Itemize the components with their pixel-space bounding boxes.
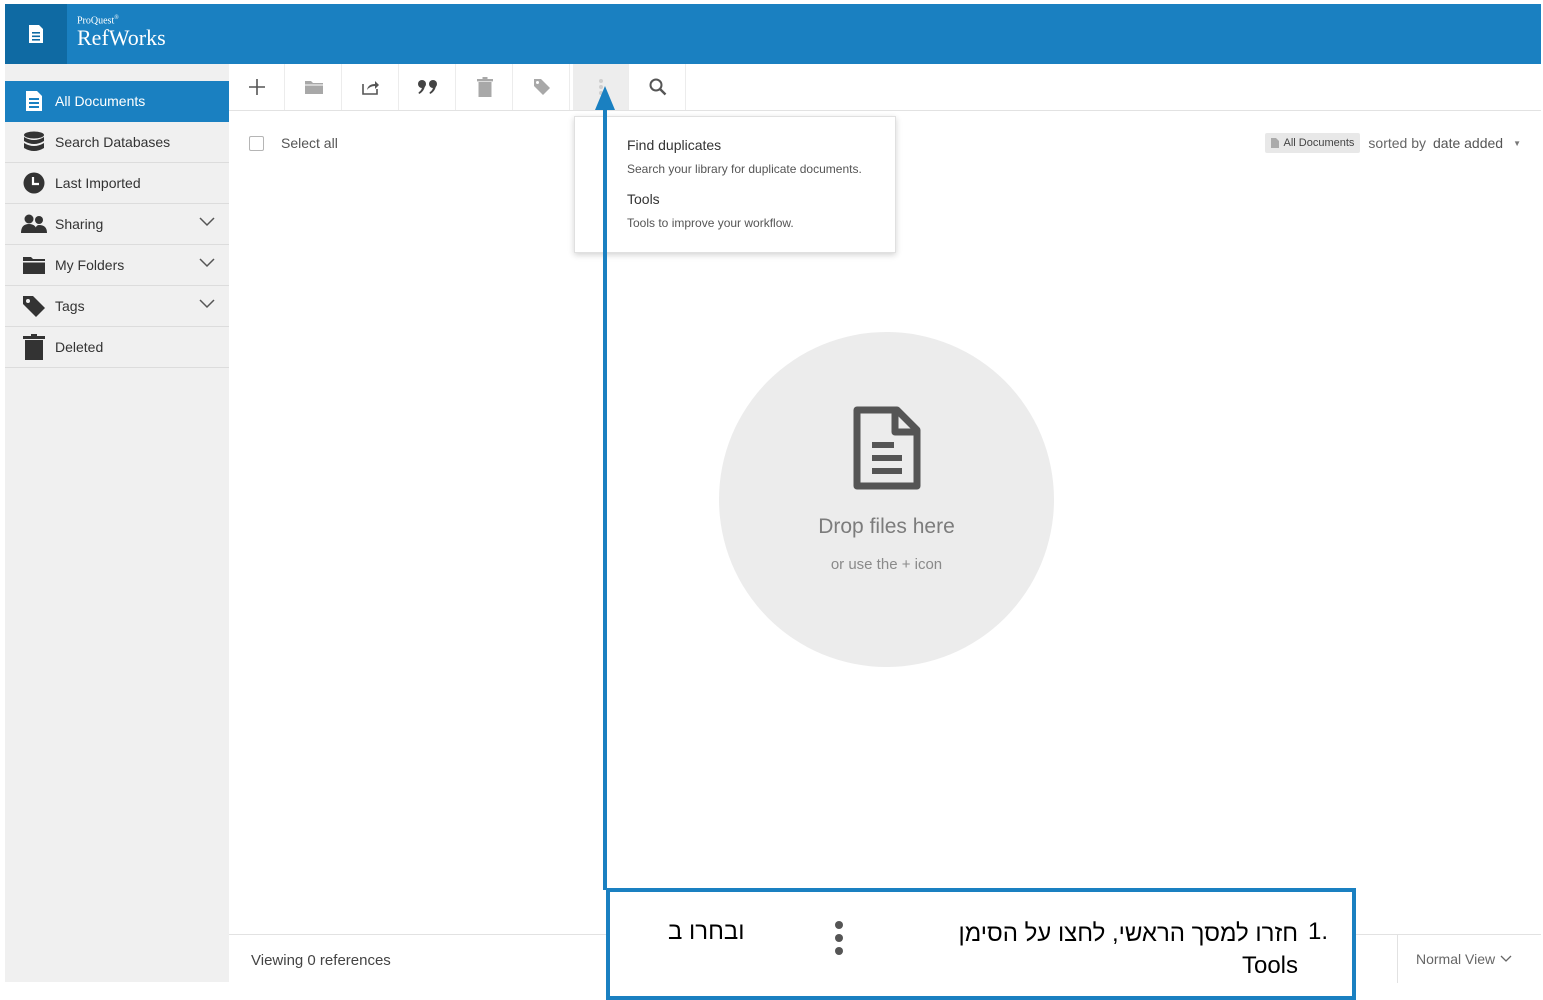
annotation-text-line2: Tools [1241,952,1298,979]
chevron-down-icon[interactable] [199,217,215,227]
document-icon [21,89,47,113]
people-icon [21,212,47,236]
annotation-callout: 1. חזרו למסך הראשי, לחצו על הסימן Tools … [606,888,1356,1000]
menu-item-title[interactable]: Tools [627,191,895,208]
sidebar-item-label: My Folders [55,257,125,273]
menu-item-find-duplicates[interactable]: Find duplicates Search your library for … [627,137,895,176]
select-all-label[interactable]: Select all [281,135,338,151]
chevron-down-icon[interactable] [199,258,215,268]
sidebar: All Documents Search Databases Last Impo… [5,64,229,982]
annotation-arrowhead-icon [595,86,615,110]
sidebar-item-label: Sharing [55,216,104,232]
sort-area: All Documents sorted by date added ▼ [1265,133,1521,153]
sidebar-item-label: Tags [55,298,85,314]
database-icon [21,130,47,154]
add-icon [248,79,265,95]
sidebar-item-sharing[interactable]: Sharing [5,204,229,245]
sidebar-item-label: Deleted [55,339,104,355]
file-drop-zone[interactable]: Drop files here or use the + icon [719,332,1054,667]
clock-icon [21,171,47,195]
document-icon [29,25,43,43]
add-to-folder-button[interactable] [286,64,342,110]
sidebar-item-all-documents[interactable]: All Documents [5,81,229,122]
annotation-pointer-line [603,108,607,890]
annotation-text-line1: חזרו למסך הראשי, לחצו על הסימן [958,920,1299,947]
annotation-text: חזרו למסך הראשי, לחצו על הסימן Tools [918,918,1299,982]
folder-badge-label: All Documents [1283,137,1355,149]
quote-icon [417,80,437,94]
tag-icon [533,79,550,95]
sidebar-item-last-imported[interactable]: Last Imported [5,163,229,204]
sidebar-item-search-databases[interactable]: Search Databases [5,122,229,163]
folder-icon [21,253,47,277]
brand-name: ProQuest® RefWorks [77,15,166,49]
sidebar-item-my-folders[interactable]: My Folders [5,245,229,286]
select-all-checkbox[interactable] [249,135,264,151]
select-all-row: Select all [249,135,338,151]
search-button[interactable] [630,64,686,110]
sidebar-item-label: Search Databases [55,134,171,150]
tag-button[interactable] [514,64,570,110]
app-header: ProQuest® RefWorks [5,4,1541,64]
toolbar [229,64,1541,111]
view-mode-label: Normal View [1416,951,1496,967]
chevron-down-icon[interactable] [199,299,215,309]
share-button[interactable] [343,64,399,110]
view-mode-select[interactable]: Normal View [1397,935,1541,983]
more-actions-menu: Find duplicates Search your library for … [574,116,896,253]
trash-icon [476,77,493,97]
annotation-step-number: 1. [1308,918,1329,945]
sort-select[interactable]: date added [1433,135,1503,151]
cite-button[interactable] [400,64,456,110]
share-icon [361,81,379,95]
reference-count: Viewing 0 references [251,952,391,969]
app-logo[interactable] [5,4,67,64]
document-icon [853,406,921,490]
sorted-by-label: sorted by [1368,135,1426,151]
add-button[interactable] [229,64,285,110]
tag-icon [21,294,47,318]
caret-down-icon[interactable]: ▼ [1513,139,1521,148]
brand-registered-mark: ® [114,15,119,21]
more-vertical-icon [835,921,843,955]
menu-item-tools[interactable]: Tools Tools to improve your workflow. [627,191,895,230]
sidebar-item-label: Last Imported [55,175,141,191]
folder-badge: All Documents [1265,133,1361,153]
chevron-down-icon [1500,955,1512,962]
sidebar-item-deleted[interactable]: Deleted [5,327,229,368]
folder-icon [304,81,323,94]
search-icon [649,78,666,96]
brand-main-text: RefWorks [77,25,166,51]
delete-button[interactable] [457,64,513,110]
drop-zone-title: Drop files here [818,515,955,538]
menu-item-description: Search your library for duplicate docume… [627,162,862,176]
annotation-text-tail: ובחרו ב [668,918,745,945]
menu-item-title[interactable]: Find duplicates [627,137,895,154]
drop-zone-subtitle: or use the + icon [830,556,943,573]
document-icon [1271,138,1280,148]
sidebar-item-label: All Documents [55,93,146,109]
menu-item-description: Tools to improve your workflow. [627,216,794,230]
sidebar-item-tags[interactable]: Tags [5,286,229,327]
trash-icon [21,334,47,360]
